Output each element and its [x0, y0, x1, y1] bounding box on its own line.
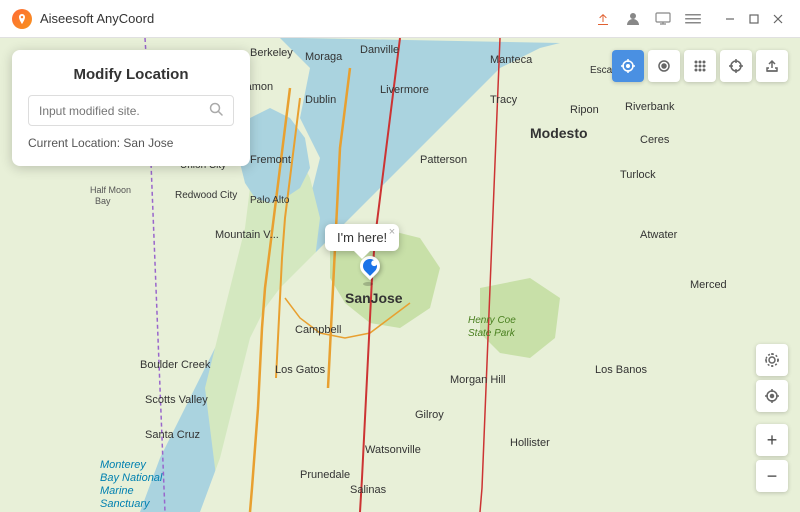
svg-text:Campbell: Campbell — [295, 324, 341, 336]
svg-text:Morgan Hill: Morgan Hill — [450, 374, 506, 386]
svg-text:Salinas: Salinas — [350, 484, 387, 496]
svg-text:Tracy: Tracy — [490, 94, 518, 106]
svg-text:Scotts Valley: Scotts Valley — [145, 394, 208, 406]
svg-text:Watsonville: Watsonville — [365, 444, 421, 456]
location-pin — [358, 256, 382, 286]
monitor-icon[interactable] — [652, 8, 674, 30]
svg-text:Dublin: Dublin — [305, 94, 336, 106]
modify-location-panel: Modify Location Current Location: San Jo… — [12, 50, 250, 166]
zoom-out-button[interactable]: − — [756, 460, 788, 492]
rotate-tool-button[interactable] — [648, 50, 680, 82]
titlebar: Aiseesoft AnyCoord — [0, 0, 800, 38]
svg-text:State Park: State Park — [468, 328, 516, 339]
person-icon[interactable] — [622, 8, 644, 30]
export-tool-button[interactable] — [756, 50, 788, 82]
svg-text:Merced: Merced — [690, 279, 727, 291]
popup-close-button[interactable]: × — [389, 226, 395, 238]
svg-text:Half Moon: Half Moon — [90, 185, 131, 195]
svg-text:Turlock: Turlock — [620, 169, 656, 181]
svg-text:Sanctuary: Sanctuary — [100, 498, 151, 510]
main-content: Sausalito Berkeley Moraga Danville Mante… — [0, 38, 800, 512]
zoom-in-button[interactable]: + — [756, 424, 788, 456]
svg-text:Ripon: Ripon — [570, 104, 599, 116]
minimize-button[interactable] — [720, 9, 740, 29]
search-box[interactable] — [28, 95, 234, 126]
menu-icon[interactable] — [682, 8, 704, 30]
gps-locate-button[interactable] — [756, 344, 788, 376]
map-toolbar — [612, 50, 788, 82]
svg-text:Fremont: Fremont — [250, 154, 291, 166]
current-location-label: Current Location: San Jose — [28, 136, 234, 150]
app-logo — [12, 9, 32, 29]
svg-text:SanJose: SanJose — [345, 290, 403, 306]
svg-text:Manteca: Manteca — [490, 54, 533, 66]
svg-text:Bay National: Bay National — [100, 472, 163, 484]
window-controls — [720, 9, 788, 29]
popup-text: I'm here! — [337, 230, 387, 245]
close-button[interactable] — [768, 9, 788, 29]
zoom-controls: + − — [756, 424, 788, 492]
svg-text:Ceres: Ceres — [640, 134, 670, 146]
svg-text:Riverbank: Riverbank — [625, 101, 675, 113]
svg-text:Livermore: Livermore — [380, 84, 429, 96]
svg-text:Redwood City: Redwood City — [175, 190, 237, 201]
locate-tool-button[interactable] — [612, 50, 644, 82]
svg-text:Henry Coe: Henry Coe — [468, 315, 516, 326]
svg-text:Monterey: Monterey — [100, 459, 147, 471]
svg-text:Prunedale: Prunedale — [300, 469, 350, 481]
right-controls — [756, 344, 788, 412]
search-input[interactable] — [39, 104, 209, 118]
panel-title: Modify Location — [28, 66, 234, 83]
app-toolbar — [592, 8, 704, 30]
scatter-tool-button[interactable] — [684, 50, 716, 82]
svg-text:Santa Cruz: Santa Cruz — [145, 429, 200, 441]
app-title: Aiseesoft AnyCoord — [40, 11, 592, 26]
im-here-popup: × I'm here! — [325, 224, 399, 251]
search-icon — [209, 102, 223, 119]
svg-text:Gilroy: Gilroy — [415, 409, 444, 421]
svg-text:Modesto: Modesto — [530, 125, 588, 141]
svg-text:Moraga: Moraga — [305, 51, 343, 63]
svg-text:Patterson: Patterson — [420, 154, 467, 166]
svg-text:Mountain V...: Mountain V... — [215, 229, 279, 241]
crosshair-tool-button[interactable] — [720, 50, 752, 82]
svg-text:Atwater: Atwater — [640, 229, 678, 241]
svg-text:Bay: Bay — [95, 196, 111, 206]
svg-text:Los Banos: Los Banos — [595, 364, 647, 376]
svg-text:Marine: Marine — [100, 485, 134, 497]
gps-crosshair-button[interactable] — [756, 380, 788, 412]
restore-button[interactable] — [744, 9, 764, 29]
svg-text:Palo Alto: Palo Alto — [250, 195, 290, 206]
svg-text:Los Gatos: Los Gatos — [275, 364, 326, 376]
svg-text:Boulder Creek: Boulder Creek — [140, 359, 211, 371]
svg-text:Danville: Danville — [360, 44, 399, 56]
svg-text:Hollister: Hollister — [510, 437, 550, 449]
upload-icon[interactable] — [592, 8, 614, 30]
svg-text:Berkeley: Berkeley — [250, 47, 293, 59]
